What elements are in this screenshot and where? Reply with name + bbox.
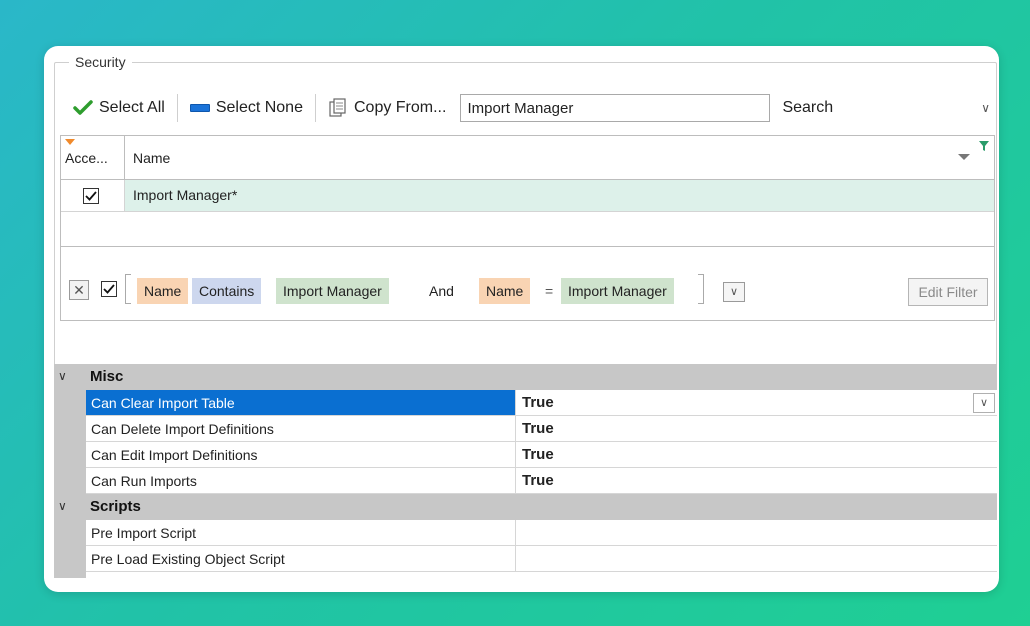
check-mark-icon	[85, 191, 97, 201]
security-window: Security Select All Select None Copy Fro…	[44, 46, 999, 592]
table-row[interactable]: Import Manager*	[61, 180, 994, 212]
copy-from-label: Copy From...	[353, 99, 447, 116]
chevron-down-icon[interactable]: ∨	[981, 101, 990, 115]
property-name[interactable]: Pre Import Script	[86, 520, 516, 545]
property-row-can-run-imports[interactable]: Can Run Imports True	[86, 468, 997, 494]
search-button[interactable]: Search	[782, 99, 833, 117]
filter-joiner[interactable]: And	[422, 278, 461, 304]
property-row-can-delete-import-definitions[interactable]: Can Delete Import Definitions True	[86, 416, 997, 442]
select-none-button[interactable]: Select None	[186, 99, 307, 117]
category-label: Scripts	[90, 498, 141, 515]
filter-bracket-open	[125, 274, 131, 304]
column-header-label: Acce...	[65, 150, 108, 166]
category-label: Misc	[90, 368, 124, 385]
chevron-down-icon[interactable]: ∨	[58, 499, 67, 513]
edit-filter-button[interactable]: Edit Filter	[908, 278, 988, 306]
access-checkbox[interactable]	[83, 188, 99, 204]
filter-field-chip[interactable]: Name	[479, 278, 531, 304]
category-scripts[interactable]: ∨ Scripts	[54, 494, 997, 520]
filter-enabled-checkbox[interactable]	[101, 281, 117, 297]
security-grid: Acce... Name Import Manager* ✕ Name Cont…	[60, 135, 995, 321]
property-name[interactable]: Can Edit Import Definitions	[86, 442, 516, 467]
filter-bar: ✕ Name Contains Import Manager And Name …	[61, 248, 994, 320]
property-name[interactable]: Can Clear Import Table	[86, 390, 516, 415]
copy-icon	[329, 98, 346, 117]
toolbar-divider	[176, 94, 178, 122]
filter-bracket-close	[698, 274, 704, 304]
copy-from-button[interactable]: Copy From...	[324, 98, 450, 118]
property-row-can-clear-import-table[interactable]: Can Clear Import Table True ∨	[86, 390, 997, 416]
column-header-name[interactable]: Name	[133, 150, 170, 166]
filter-icon[interactable]	[978, 140, 990, 152]
toolbar: Select All Select None Copy From... Sear	[69, 93, 994, 123]
property-name[interactable]: Can Run Imports	[86, 468, 516, 493]
property-value[interactable]	[516, 520, 997, 545]
column-header-access[interactable]: Acce...	[61, 136, 125, 179]
property-grid: ∨ Misc Can Clear Import Table True ∨ Can…	[54, 364, 997, 578]
select-all-label: Select All	[99, 99, 165, 116]
column-dropdown-icon[interactable]	[958, 154, 970, 160]
property-name[interactable]: Pre Load Existing Object Script	[86, 546, 516, 571]
check-mark-icon	[103, 284, 115, 294]
security-legend: Security	[69, 54, 132, 70]
property-value[interactable]: True	[516, 468, 997, 493]
filter-value-chip[interactable]: Import Manager	[561, 278, 674, 304]
empty-row	[61, 213, 994, 247]
security-group: Security Select All Select None Copy Fro…	[54, 54, 997, 368]
clear-filter-button[interactable]: ✕	[69, 280, 89, 300]
property-value[interactable]: True	[516, 416, 997, 441]
filter-operator-chip[interactable]: Contains	[192, 278, 262, 304]
row-name-cell[interactable]: Import Manager*	[125, 180, 994, 211]
sort-indicator-icon	[65, 139, 75, 145]
property-row-pre-import-script[interactable]: Pre Import Script	[86, 520, 997, 546]
property-row-can-edit-import-definitions[interactable]: Can Edit Import Definitions True	[86, 442, 997, 468]
toolbar-divider	[314, 94, 316, 122]
filter-dropdown-button[interactable]: ∨	[723, 282, 745, 302]
category-misc[interactable]: ∨ Misc	[54, 364, 997, 390]
property-value[interactable]: True	[516, 442, 997, 467]
grid-header: Acce... Name	[61, 136, 994, 180]
chevron-down-icon[interactable]: ∨	[58, 369, 67, 383]
check-icon	[73, 100, 93, 115]
property-value[interactable]	[516, 546, 997, 571]
property-grid-gutter	[54, 364, 86, 578]
filter-field-chip[interactable]: Name	[137, 278, 189, 304]
property-value[interactable]: True	[516, 390, 997, 415]
filter-value-chip[interactable]: Import Manager	[276, 278, 389, 304]
access-cell[interactable]	[61, 180, 125, 211]
minus-icon	[189, 104, 210, 112]
property-name[interactable]: Can Delete Import Definitions	[86, 416, 516, 441]
filter-operator-chip[interactable]: =	[538, 278, 560, 304]
select-all-button[interactable]: Select All	[69, 98, 169, 118]
chevron-down-icon[interactable]: ∨	[973, 393, 995, 413]
select-none-label: Select None	[215, 99, 303, 116]
search-input[interactable]	[460, 94, 771, 122]
property-row-pre-load-existing-object-script[interactable]: Pre Load Existing Object Script	[86, 546, 997, 572]
